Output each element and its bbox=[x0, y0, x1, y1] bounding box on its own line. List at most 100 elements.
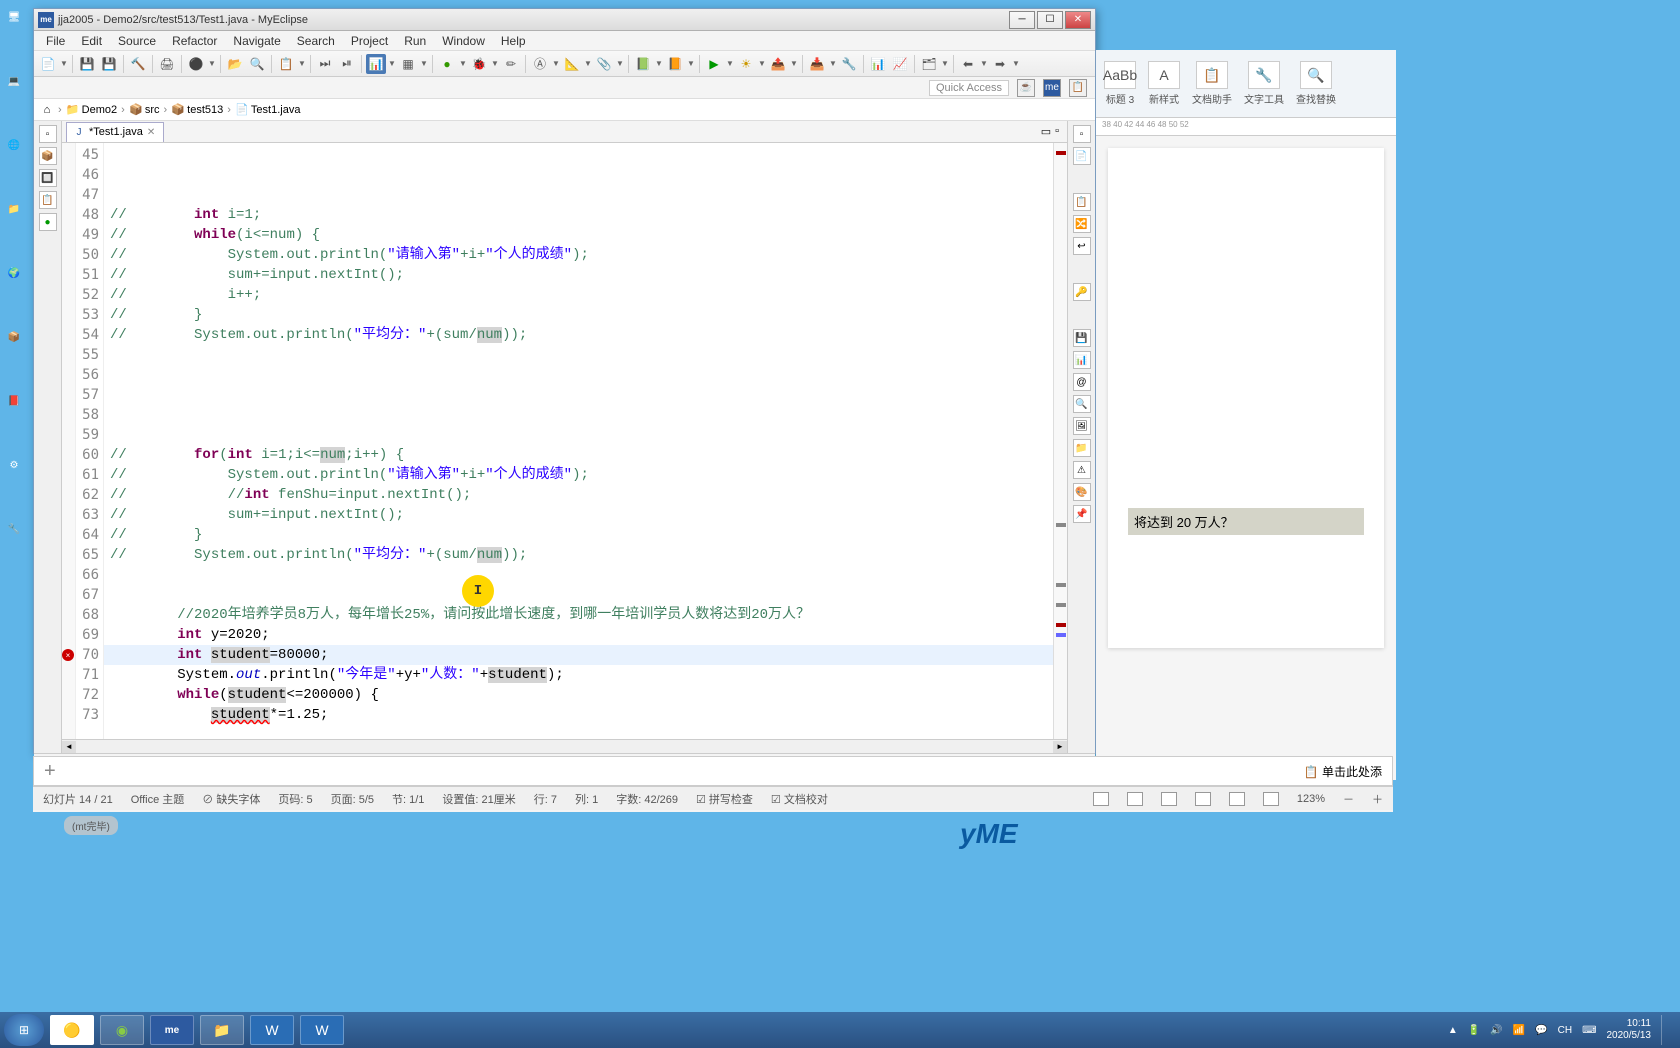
menu-navigate[interactable]: Navigate bbox=[225, 32, 288, 50]
desktop-icon[interactable]: 📁 bbox=[2, 197, 26, 221]
a-button[interactable]: Ⓐ bbox=[530, 54, 550, 74]
skip-button[interactable]: ⏭ bbox=[315, 54, 335, 74]
desktop-icon[interactable]: ⚙ bbox=[2, 453, 26, 477]
code-line[interactable]: // int i=1; bbox=[110, 205, 1047, 225]
perspective-java-icon[interactable]: ☕ bbox=[1017, 79, 1035, 97]
menu-search[interactable]: Search bbox=[289, 32, 343, 50]
desktop-icon[interactable]: 📦 bbox=[2, 325, 26, 349]
code-line[interactable]: // } bbox=[110, 525, 1047, 545]
toggle-button[interactable]: ⚫ bbox=[186, 54, 206, 74]
spell-check[interactable]: ☑ 拼写检查 bbox=[696, 791, 753, 807]
breadcrumb-item[interactable]: 📄Test1.java bbox=[235, 103, 301, 117]
save-all-button[interactable]: 💾 bbox=[99, 54, 119, 74]
bg-toolbar-item[interactable]: AaBb标题 3 bbox=[1104, 61, 1136, 106]
code-line[interactable] bbox=[110, 365, 1047, 385]
run-config-button[interactable]: ☀ bbox=[736, 54, 756, 74]
code-line[interactable]: // //int fenShu=input.nextInt(); bbox=[110, 485, 1047, 505]
desktop-icon[interactable]: 🖥 bbox=[2, 5, 26, 29]
view-slide-icon[interactable] bbox=[1195, 792, 1211, 806]
taskbar-myeclipse[interactable]: me bbox=[150, 1015, 194, 1045]
b-button[interactable]: 📐 bbox=[562, 54, 582, 74]
quick-access-input[interactable]: Quick Access bbox=[929, 80, 1009, 96]
tray-icon[interactable]: 🔋 bbox=[1468, 1025, 1480, 1036]
view-sorter-icon[interactable] bbox=[1229, 792, 1245, 806]
r-icon-3[interactable]: ↩ bbox=[1073, 237, 1091, 255]
desktop-icon[interactable]: 🔧 bbox=[2, 517, 26, 541]
r-icon-7[interactable]: @ bbox=[1073, 373, 1091, 391]
menu-refactor[interactable]: Refactor bbox=[164, 32, 225, 50]
j-button[interactable]: 🗂 bbox=[919, 54, 939, 74]
bg-toolbar-item[interactable]: 📋文档助手 bbox=[1192, 61, 1232, 106]
menu-edit[interactable]: Edit bbox=[73, 32, 110, 50]
zoom-out[interactable]: － bbox=[1343, 791, 1354, 807]
r-icon-6[interactable]: 📊 bbox=[1073, 351, 1091, 369]
code-line[interactable]: // System.out.println("请输入第"+i+"个人的成绩"); bbox=[110, 245, 1047, 265]
breadcrumb-item[interactable]: 📦src bbox=[129, 103, 160, 117]
back-button[interactable]: ⬅ bbox=[958, 54, 978, 74]
bg-toolbar-item[interactable]: A新样式 bbox=[1148, 61, 1180, 106]
r-icon-1[interactable]: 📋 bbox=[1073, 193, 1091, 211]
code-line[interactable]: int y=2020; bbox=[110, 625, 1047, 645]
tray-icon[interactable]: 📶 bbox=[1513, 1025, 1525, 1036]
desktop-icon[interactable]: 📕 bbox=[2, 389, 26, 413]
tray-icon[interactable]: ▲ bbox=[1448, 1025, 1458, 1036]
forward-button[interactable]: ➡ bbox=[990, 54, 1010, 74]
code-line[interactable]: // i++; bbox=[110, 285, 1047, 305]
menu-window[interactable]: Window bbox=[434, 32, 493, 50]
perspective-button[interactable]: 📊 bbox=[366, 54, 386, 74]
code-line[interactable] bbox=[110, 565, 1047, 585]
taskbar-app1[interactable]: ◉ bbox=[100, 1015, 144, 1045]
add-note-placeholder[interactable]: 📋 单击此处添 bbox=[1304, 763, 1382, 780]
perspective-me-icon[interactable]: me bbox=[1043, 79, 1061, 97]
clock[interactable]: 10:11 2020/5/13 bbox=[1607, 1018, 1652, 1042]
view-read-icon[interactable] bbox=[1161, 792, 1177, 806]
c-button[interactable]: 📎 bbox=[594, 54, 614, 74]
g-button[interactable]: 🔧 bbox=[839, 54, 859, 74]
minimize-view-icon[interactable]: ▭ bbox=[1041, 125, 1051, 138]
show-desktop[interactable] bbox=[1661, 1015, 1668, 1045]
debug-button[interactable]: 🐞 bbox=[469, 54, 489, 74]
r-icon-9[interactable]: 🖼 bbox=[1073, 417, 1091, 435]
code-line[interactable] bbox=[110, 405, 1047, 425]
print-button[interactable]: 🖨 bbox=[157, 54, 177, 74]
run-last-button[interactable]: ● bbox=[437, 54, 457, 74]
close-button[interactable]: ✕ bbox=[1065, 11, 1091, 29]
code-editor[interactable]: × 45464748495051525354555657585960616263… bbox=[62, 143, 1067, 739]
package-explorer-icon[interactable]: 📦 bbox=[39, 147, 57, 165]
code-line[interactable]: // sum+=input.nextInt(); bbox=[110, 505, 1047, 525]
code-line[interactable]: // while(i<=num) { bbox=[110, 225, 1047, 245]
code-line[interactable] bbox=[110, 345, 1047, 365]
menu-project[interactable]: Project bbox=[343, 32, 396, 50]
code-line[interactable]: // for(int i=1;i<=num;i++) { bbox=[110, 445, 1047, 465]
task-button[interactable]: 📋 bbox=[276, 54, 296, 74]
menu-source[interactable]: Source bbox=[110, 32, 164, 50]
code-line[interactable]: System.out.println("今年是"+y+"人数："+student… bbox=[110, 665, 1047, 685]
taskbar-explorer[interactable]: 📁 bbox=[200, 1015, 244, 1045]
r-icon-10[interactable]: 📁 bbox=[1073, 439, 1091, 457]
r-icon-11[interactable]: ⚠ bbox=[1073, 461, 1091, 479]
view-outline-icon[interactable] bbox=[1127, 792, 1143, 806]
tray-icon[interactable]: 🔊 bbox=[1490, 1025, 1502, 1036]
restore-icon[interactable]: ▫ bbox=[39, 125, 57, 143]
overview-ruler[interactable] bbox=[1053, 143, 1067, 739]
bg-toolbar-item[interactable]: 🔧文字工具 bbox=[1244, 61, 1284, 106]
grid-button[interactable]: ▦ bbox=[398, 54, 418, 74]
bg-toolbar-item[interactable]: 🔍查找替换 bbox=[1296, 61, 1336, 106]
code-line[interactable]: // sum+=input.nextInt(); bbox=[110, 265, 1047, 285]
r-icon-2[interactable]: 🔀 bbox=[1073, 215, 1091, 233]
minimize-button[interactable]: ─ bbox=[1009, 11, 1035, 29]
missing-fonts[interactable]: ⊘ 缺失字体 bbox=[202, 791, 260, 807]
perspective-other-icon[interactable]: 📋 bbox=[1069, 79, 1087, 97]
new-button[interactable]: 📄 bbox=[38, 54, 58, 74]
tray-icon[interactable]: 💬 bbox=[1535, 1025, 1547, 1036]
outline-icon[interactable]: ● bbox=[39, 213, 57, 231]
outline-view-icon[interactable]: 📄 bbox=[1073, 147, 1091, 165]
r-icon-12[interactable]: 🎨 bbox=[1073, 483, 1091, 501]
taskbar-wps2[interactable]: W bbox=[300, 1015, 344, 1045]
code-line[interactable] bbox=[110, 725, 1047, 739]
tab-close-icon[interactable]: ✕ bbox=[147, 127, 157, 137]
d-button[interactable]: 📙 bbox=[665, 54, 685, 74]
code-line[interactable] bbox=[110, 425, 1047, 445]
code-line[interactable]: // System.out.println("平均分："+(sum/num)); bbox=[110, 545, 1047, 565]
code-line[interactable]: while(student<=200000) { bbox=[110, 685, 1047, 705]
